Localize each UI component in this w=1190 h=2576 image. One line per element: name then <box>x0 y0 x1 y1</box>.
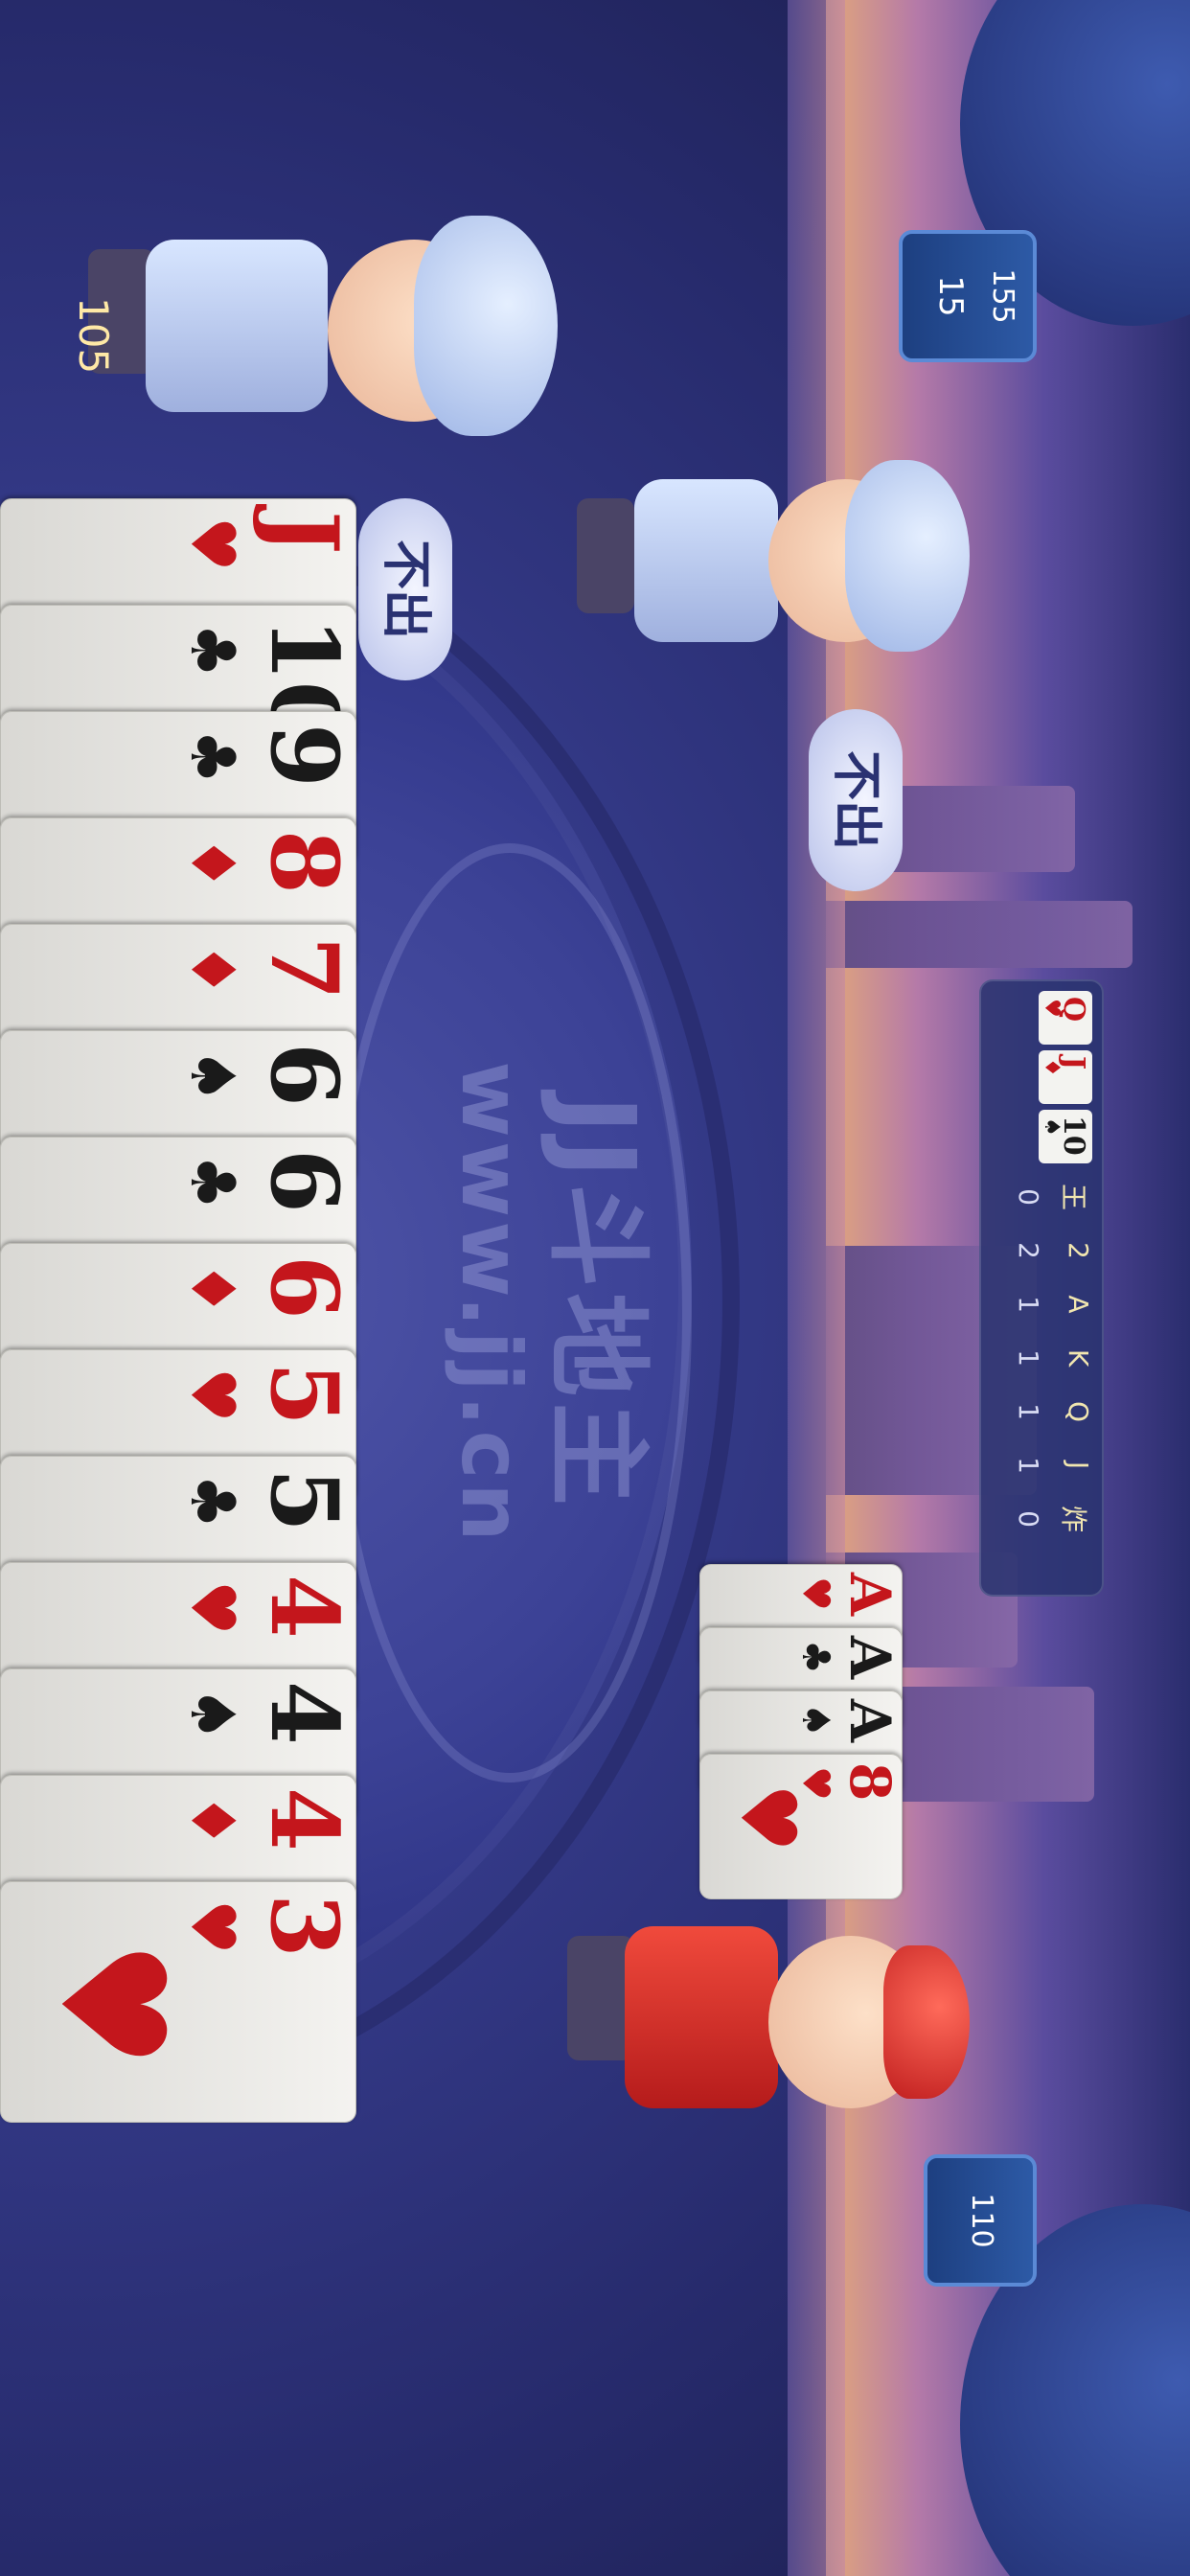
recent-card: Q ♥ <box>1039 991 1092 1045</box>
hand-card-suit: ♦ <box>176 836 247 891</box>
hand-card-rank: 6 <box>250 1149 358 1213</box>
left-player-score: 105 <box>70 297 117 375</box>
hand-card-suit: ♠ <box>176 1048 247 1104</box>
hand-card-suit: ♦ <box>176 1261 247 1317</box>
hand-card-suit: ♣ <box>176 1474 247 1530</box>
played-card-rank: A <box>837 1636 903 1680</box>
hand-card-center-suit: ♥ <box>28 1940 195 2069</box>
hand-card-rank: 3 <box>250 1894 358 1958</box>
right-player-score: 110 <box>965 2193 998 2248</box>
top-player-status: 不出 <box>827 749 884 850</box>
played-card-center-suit: ♥ <box>723 1783 812 1852</box>
hand-card-suit: ♥ <box>176 517 247 572</box>
count-header: Q <box>1063 1400 1094 1423</box>
count-header: K <box>1063 1348 1094 1368</box>
hand-card-rank: 8 <box>250 830 358 894</box>
played-card-rank: 8 <box>837 1762 903 1802</box>
count-header: J <box>1063 1460 1094 1470</box>
top-player-info[interactable]: 155 15 <box>899 230 1037 362</box>
hand-card-suit: ♣ <box>176 623 247 678</box>
played-card-rank: A <box>837 1573 903 1617</box>
watermark-url: www.jj.cn <box>443 1061 538 1546</box>
hand-card-suit: ♣ <box>176 729 247 785</box>
card-counter: Q ♥ J ♦ 10 ♠ 王 2 A K Q J 炸 0 2 1 1 1 1 0 <box>979 979 1104 1597</box>
hand-card-rank: 9 <box>250 724 358 788</box>
played-card-suit: ♣ <box>793 1640 837 1674</box>
hand-card[interactable]: 3 ♥ ♥ <box>0 1881 358 2123</box>
hand-card-rank: 4 <box>250 1575 358 1639</box>
left-player-status-bubble: 不出 <box>358 498 452 680</box>
hand-card-rank: 4 <box>250 1681 358 1745</box>
recent-card: J ♦ <box>1039 1050 1092 1104</box>
hand-card-rank: 6 <box>250 1043 358 1107</box>
hand-card-suit: ♥ <box>176 1580 247 1636</box>
game-scene: JJ斗地主 www.jj.cn Q ♥ J ♦ 10 ♠ 王 2 A K Q J… <box>0 0 1190 2576</box>
hand-card-suit: ♦ <box>176 1793 247 1849</box>
card-count-grid: 王 2 A K Q J 炸 0 2 1 1 1 1 0 <box>1013 1173 1094 1597</box>
hand-card-rank: 4 <box>250 1787 358 1852</box>
watermark: JJ斗地主 www.jj.cn <box>366 939 656 1668</box>
count-value: 0 <box>1013 1510 1044 1528</box>
river <box>788 0 845 2576</box>
hand-card-rank: 5 <box>250 1362 358 1426</box>
count-value: 1 <box>1013 1296 1044 1313</box>
hand-card-suit: ♠ <box>176 1687 247 1742</box>
hand-card-rank: 7 <box>250 936 358 1000</box>
hand-card-rank: 6 <box>250 1255 358 1320</box>
recent-card-suit: ♥ <box>1040 999 1064 1018</box>
hand-card-suit: ♥ <box>176 1368 247 1423</box>
count-value: 0 <box>1013 1188 1044 1206</box>
watermark-title: JJ斗地主 <box>537 1094 656 1512</box>
hand-card-suit: ♦ <box>176 942 247 998</box>
hand-card-rank: J <box>250 511 358 555</box>
tv-tower <box>826 901 1133 968</box>
count-header: A <box>1063 1295 1094 1314</box>
recent-cards: Q ♥ J ♦ 10 ♠ <box>1039 991 1092 1163</box>
count-value: 1 <box>1013 1403 1044 1420</box>
top-player-score: 155 <box>986 268 1019 324</box>
right-player-info[interactable]: 110 <box>924 2154 1037 2287</box>
recent-card: 10 ♠ <box>1039 1110 1092 1163</box>
count-header: 王 <box>1058 1183 1089 1210</box>
recent-card-suit: ♦ <box>1040 1058 1064 1077</box>
played-card-suit: ♥ <box>793 1576 837 1611</box>
count-header: 2 <box>1063 1242 1094 1259</box>
hand-card-suit: ♣ <box>176 1155 247 1210</box>
played-card: 8 ♥ ♥ <box>699 1754 903 1899</box>
count-header: 炸 <box>1058 1505 1089 1532</box>
count-value: 2 <box>1013 1242 1044 1259</box>
recent-card-suit: ♠ <box>1040 1117 1064 1137</box>
count-value: 1 <box>1013 1349 1044 1367</box>
count-value: 1 <box>1013 1457 1044 1474</box>
top-player-cards-left: 15 <box>931 275 970 317</box>
played-card-suit: ♠ <box>793 1703 837 1737</box>
hand-card-rank: 5 <box>250 1468 358 1532</box>
top-player-status-bubble: 不出 <box>809 709 903 891</box>
left-player-status: 不出 <box>377 539 434 639</box>
played-card-rank: A <box>837 1699 903 1743</box>
